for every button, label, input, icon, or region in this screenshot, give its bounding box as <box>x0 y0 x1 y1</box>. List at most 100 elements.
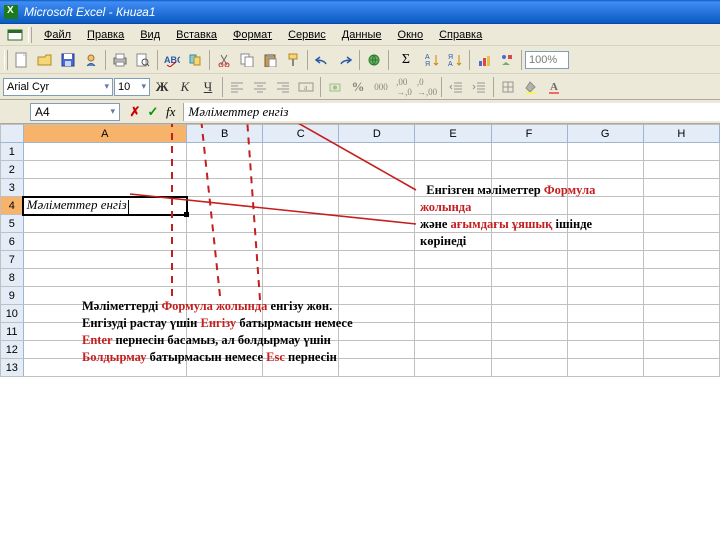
menu-tools[interactable]: Сервис <box>280 27 334 43</box>
cell[interactable] <box>491 251 567 269</box>
menu-insert[interactable]: Вставка <box>168 27 225 43</box>
row-header[interactable]: 3 <box>1 179 24 197</box>
decrease-decimal-button[interactable]: ,0→,00 <box>416 76 438 98</box>
row-header[interactable]: 1 <box>1 143 24 161</box>
font-color-button[interactable]: A <box>543 76 565 98</box>
cell[interactable] <box>643 359 719 377</box>
format-painter-button[interactable] <box>282 49 304 71</box>
formula-bar-input[interactable] <box>183 103 720 121</box>
cell[interactable] <box>263 215 339 233</box>
row-header[interactable]: 13 <box>1 359 24 377</box>
drawing-button[interactable] <box>496 49 518 71</box>
cell[interactable] <box>415 323 491 341</box>
merge-center-button[interactable]: a <box>295 76 317 98</box>
row-header[interactable]: 8 <box>1 269 24 287</box>
cell[interactable] <box>643 269 719 287</box>
currency-button[interactable] <box>324 76 346 98</box>
cell[interactable] <box>643 323 719 341</box>
cell[interactable] <box>339 161 415 179</box>
increase-decimal-button[interactable]: ,00→,0 <box>393 76 415 98</box>
cell[interactable] <box>491 305 567 323</box>
menu-data[interactable]: Данные <box>334 27 390 43</box>
cancel-button[interactable]: ✗ <box>126 103 144 121</box>
cell[interactable] <box>187 161 263 179</box>
undo-button[interactable] <box>311 49 333 71</box>
cell[interactable] <box>23 251 186 269</box>
cell[interactable] <box>643 305 719 323</box>
col-header-F[interactable]: F <box>491 125 567 143</box>
fill-color-button[interactable] <box>520 76 542 98</box>
cell[interactable] <box>491 323 567 341</box>
cell[interactable] <box>415 269 491 287</box>
save-button[interactable] <box>57 49 79 71</box>
cell[interactable] <box>643 287 719 305</box>
cell[interactable] <box>187 269 263 287</box>
cell[interactable] <box>339 143 415 161</box>
cell[interactable] <box>415 305 491 323</box>
col-header-G[interactable]: G <box>567 125 643 143</box>
cell[interactable] <box>415 287 491 305</box>
cell[interactable] <box>567 305 643 323</box>
cell[interactable] <box>187 197 263 215</box>
zoom-combo[interactable]: 100% <box>525 51 569 69</box>
cell[interactable] <box>187 233 263 251</box>
cell[interactable] <box>567 323 643 341</box>
cell[interactable] <box>491 359 567 377</box>
cell[interactable] <box>339 215 415 233</box>
menu-help[interactable]: Справка <box>431 27 490 43</box>
cell[interactable]: Мәліметтер енгіз <box>23 197 186 215</box>
decrease-indent-button[interactable] <box>445 76 467 98</box>
new-button[interactable] <box>11 49 33 71</box>
copy-button[interactable] <box>236 49 258 71</box>
comma-style-button[interactable]: 000 <box>370 76 392 98</box>
col-header-C[interactable]: C <box>263 125 339 143</box>
select-all-corner[interactable] <box>1 125 24 143</box>
align-left-button[interactable] <box>226 76 248 98</box>
cell[interactable] <box>491 143 567 161</box>
cell[interactable] <box>567 251 643 269</box>
cell[interactable] <box>263 197 339 215</box>
cell[interactable] <box>491 341 567 359</box>
cell[interactable] <box>491 269 567 287</box>
cell[interactable] <box>187 251 263 269</box>
font-name-combo[interactable]: Arial Cyr▾ <box>3 78 113 96</box>
cell[interactable] <box>23 215 186 233</box>
sort-asc-button[interactable]: АЯ <box>421 49 443 71</box>
cell[interactable] <box>415 251 491 269</box>
cell[interactable] <box>339 269 415 287</box>
cell[interactable] <box>567 359 643 377</box>
paste-button[interactable] <box>259 49 281 71</box>
cell[interactable] <box>643 161 719 179</box>
name-box[interactable]: A4▾ <box>30 103 120 121</box>
row-header[interactable]: 12 <box>1 341 24 359</box>
cell[interactable] <box>567 161 643 179</box>
cell[interactable] <box>187 215 263 233</box>
row-header[interactable]: 7 <box>1 251 24 269</box>
align-center-button[interactable] <box>249 76 271 98</box>
cell[interactable] <box>23 269 186 287</box>
hyperlink-button[interactable] <box>363 49 385 71</box>
cell[interactable] <box>415 143 491 161</box>
cell[interactable] <box>187 143 263 161</box>
bold-button[interactable]: Ж <box>151 76 173 98</box>
cell[interactable] <box>23 161 186 179</box>
italic-button[interactable]: К <box>174 76 196 98</box>
autosum-button[interactable]: Σ <box>392 49 420 71</box>
row-header[interactable]: 10 <box>1 305 24 323</box>
underline-button[interactable]: Ч <box>197 76 219 98</box>
print-preview-button[interactable] <box>132 49 154 71</box>
cell[interactable] <box>263 143 339 161</box>
align-right-button[interactable] <box>272 76 294 98</box>
cell[interactable] <box>339 179 415 197</box>
col-header-E[interactable]: E <box>415 125 491 143</box>
menu-file[interactable]: Файл <box>36 27 79 43</box>
row-header[interactable]: 2 <box>1 161 24 179</box>
permission-button[interactable] <box>80 49 102 71</box>
row-header[interactable]: 9 <box>1 287 24 305</box>
row-header[interactable]: 5 <box>1 215 24 233</box>
col-header-D[interactable]: D <box>339 125 415 143</box>
menu-window[interactable]: Окно <box>390 27 432 43</box>
menu-edit[interactable]: Правка <box>79 27 132 43</box>
cell[interactable] <box>491 287 567 305</box>
percent-button[interactable]: % <box>347 76 369 98</box>
